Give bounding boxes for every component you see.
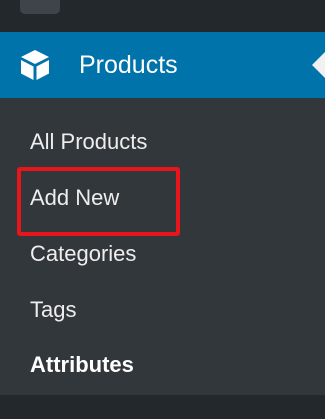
products-submenu: All Products Add New Categories Tags Att… (0, 98, 325, 395)
current-page-arrow-icon (312, 52, 325, 78)
annotation-highlight-box (17, 167, 180, 236)
submenu-item-categories[interactable]: Categories (30, 240, 136, 268)
sidebar-item-label: Products (79, 51, 178, 79)
submenu-item-all-products[interactable]: All Products (30, 128, 147, 156)
submenu-item-tags[interactable]: Tags (30, 296, 76, 324)
comment-icon (20, 0, 60, 14)
admin-sidebar: Products All Products Add New Categories… (0, 0, 325, 419)
previous-menu-item[interactable] (0, 0, 325, 32)
submenu-item-attributes[interactable]: Attributes (30, 351, 134, 379)
box-icon (21, 50, 49, 80)
next-menu-item[interactable] (0, 395, 325, 419)
sidebar-item-products[interactable]: Products (0, 32, 325, 98)
